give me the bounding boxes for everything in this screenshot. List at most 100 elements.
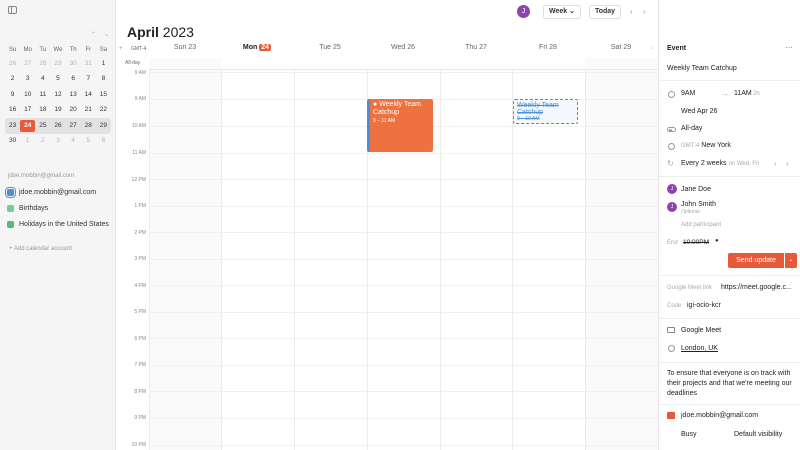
view-selector-button[interactable]: Week ⌄	[543, 5, 581, 19]
timezone-field[interactable]: GMT-4 New York	[681, 142, 731, 149]
mini-day[interactable]: 27	[20, 58, 35, 70]
mini-day[interactable]: 12	[50, 89, 65, 101]
mini-day-today[interactable]: 24	[20, 119, 36, 132]
mini-day[interactable]: 6	[66, 73, 81, 85]
day-header-mon[interactable]: Mon 24	[221, 44, 293, 51]
mini-day[interactable]: 25	[35, 120, 50, 132]
mini-day[interactable]: 17	[20, 104, 35, 116]
organizer-email[interactable]: jdoe.mobbin@gmail.com	[681, 412, 758, 419]
mini-day[interactable]: 30	[66, 58, 81, 70]
mini-day[interactable]: 2	[35, 135, 50, 147]
add-calendar-account-button[interactable]: + Add calendar account	[9, 246, 72, 252]
meet-link[interactable]: https://meet.google.c...	[721, 284, 792, 291]
meet-code[interactable]: igi-ocio-kcr	[687, 302, 721, 309]
allday-toggle[interactable]	[667, 127, 676, 132]
hour-line	[149, 72, 658, 73]
calendar-item-primary[interactable]: jdoe.mobbin@gmail.com	[5, 187, 96, 198]
mini-day[interactable]: 9	[5, 89, 20, 101]
mini-day[interactable]: 13	[66, 89, 81, 101]
calendar-color-checkbox[interactable]	[7, 205, 14, 212]
mini-day[interactable]: 3	[20, 73, 35, 85]
mini-day[interactable]: 26	[50, 120, 65, 132]
hour-label: 3 PM	[134, 256, 146, 262]
date-field[interactable]: Wed Apr 26	[681, 108, 717, 115]
end-time-field[interactable]: 11AM	[734, 90, 752, 97]
mini-day[interactable]: 31	[81, 58, 96, 70]
send-update-button[interactable]: Send update	[728, 253, 784, 268]
chevron-down-icon[interactable]: ⌄	[104, 31, 109, 38]
hour-line	[149, 418, 658, 419]
participant-name[interactable]: John Smith	[681, 201, 716, 208]
plus-icon[interactable]: +	[119, 46, 123, 52]
mini-day[interactable]: 22	[96, 104, 111, 116]
busy-status[interactable]: Busy	[681, 431, 697, 438]
calendar-item-holidays[interactable]: Holidays in the United States	[7, 221, 109, 228]
calendar-color-checkbox[interactable]	[7, 221, 14, 228]
start-time-field[interactable]: 9AM	[681, 90, 695, 97]
mini-day[interactable]: 14	[81, 89, 96, 101]
chevron-left-icon[interactable]: ‹	[774, 159, 777, 168]
mini-day[interactable]: 20	[66, 104, 81, 116]
chevron-right-icon[interactable]: ›	[786, 159, 789, 168]
mini-day[interactable]: 16	[5, 104, 20, 116]
mini-calendar-week: 26 27 28 29 30 31 1	[5, 56, 111, 72]
mini-day[interactable]: 4	[35, 73, 50, 85]
mini-day[interactable]: 1	[96, 58, 111, 70]
mini-day[interactable]: 27	[66, 120, 81, 132]
hour-label: 6 PM	[134, 336, 146, 342]
mini-day[interactable]: 10	[20, 89, 35, 101]
mini-day[interactable]: 29	[50, 58, 65, 70]
today-button[interactable]: Today	[589, 5, 621, 19]
day-header-tue[interactable]: Tue 25	[294, 44, 366, 51]
mini-day[interactable]: 26	[5, 58, 20, 70]
mini-day[interactable]: 8	[96, 73, 111, 85]
visibility-status[interactable]: Default visibility	[734, 431, 782, 438]
hour-label: 5 PM	[134, 309, 146, 315]
calendar-item-birthdays[interactable]: Birthdays	[7, 205, 48, 212]
more-icon[interactable]: ···	[785, 43, 793, 52]
day-header-sun[interactable]: Sun 23	[149, 44, 221, 51]
mini-day[interactable]: 4	[66, 135, 81, 147]
divider	[659, 318, 800, 319]
add-participant-input[interactable]: Add participant	[681, 222, 721, 228]
mini-day[interactable]: 1	[20, 135, 35, 147]
event-block[interactable]: ● Weekly Team Catchup 9 – 11 AM	[367, 99, 433, 152]
mini-day[interactable]: 30	[5, 135, 20, 147]
event-ghost-block[interactable]: Weekly Team Catchup 9 – 10 AM	[513, 99, 578, 124]
mini-day[interactable]: 28	[81, 120, 96, 132]
hour-line	[149, 338, 658, 339]
mini-day[interactable]: 5	[81, 135, 96, 147]
event-title-field[interactable]: Weekly Team Catchup	[667, 65, 737, 72]
mini-day[interactable]: 6	[96, 135, 111, 147]
mini-day[interactable]: 29	[96, 120, 111, 132]
chevron-right-icon[interactable]: ›	[643, 7, 646, 16]
mini-day[interactable]: 2	[5, 73, 20, 85]
mini-day[interactable]: 19	[50, 104, 65, 116]
calendar-color-checkbox[interactable]	[5, 187, 16, 198]
day-header-sat[interactable]: Sat 29	[585, 44, 657, 51]
chevron-updown-icon[interactable]: ↕	[651, 45, 654, 51]
mini-day[interactable]: 28	[35, 58, 50, 70]
mini-day[interactable]: 3	[50, 135, 65, 147]
chevron-up-icon[interactable]: ⌃	[91, 31, 96, 38]
mini-day[interactable]: 21	[81, 104, 96, 116]
allday-row[interactable]	[149, 58, 658, 70]
mini-day[interactable]: 7	[81, 73, 96, 85]
mini-day[interactable]: 11	[35, 89, 50, 101]
meet-name[interactable]: Google Meet	[681, 327, 721, 334]
participant-name[interactable]: Jane Doe	[681, 186, 711, 193]
chevron-left-icon[interactable]: ‹	[630, 7, 633, 16]
mini-day[interactable]: 5	[50, 73, 65, 85]
day-header-wed[interactable]: Wed 26	[367, 44, 439, 51]
chevron-down-icon[interactable]: ⌄	[785, 253, 797, 268]
description-field[interactable]: To ensure that everyone is on track with…	[667, 369, 795, 399]
mini-day[interactable]: 23	[5, 120, 20, 132]
repeat-field[interactable]: Every 2 weeks on Wed, Fri	[681, 160, 759, 167]
mini-day[interactable]: 18	[35, 104, 50, 116]
day-header-thu[interactable]: Thu 27	[440, 44, 512, 51]
sidebar-toggle-icon[interactable]	[8, 6, 17, 14]
location-field[interactable]: London, UK	[681, 345, 718, 352]
avatar[interactable]: J	[517, 5, 530, 18]
mini-day[interactable]: 15	[96, 89, 111, 101]
day-header-fri[interactable]: Fri 28	[512, 44, 584, 51]
